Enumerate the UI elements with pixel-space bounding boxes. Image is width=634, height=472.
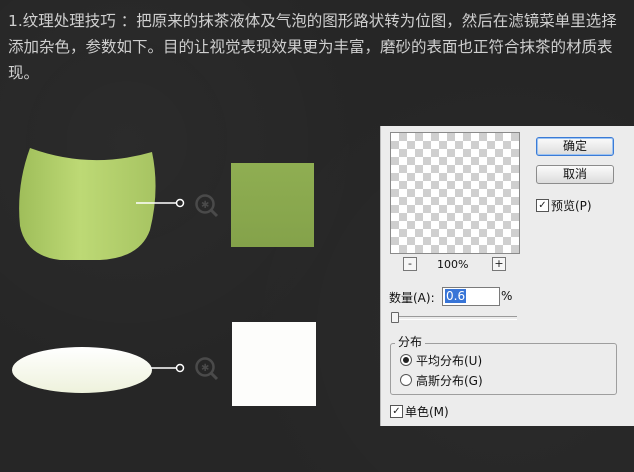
matcha-bubble-shape [12, 347, 152, 393]
zoom-level: 100% [437, 258, 469, 271]
ok-button[interactable]: 确定 [536, 137, 614, 156]
matcha-cup-shape [19, 148, 156, 260]
monochrome-checkbox[interactable]: ✓ [390, 405, 403, 418]
cancel-button[interactable]: 取消 [536, 165, 614, 184]
svg-text:✱: ✱ [201, 363, 209, 374]
magnifier-icon: ✱ [195, 194, 219, 218]
zoom-in-button[interactable]: + [492, 257, 506, 271]
intro-paragraph: 1.纹理处理技巧 ：把原来的抹茶液体及气泡的图形路状转为位图，然后在滤镜菜单里选… [8, 12, 617, 82]
amount-input[interactable]: 0.6 [442, 287, 500, 306]
uniform-radio[interactable] [400, 354, 412, 366]
uniform-label: 平均分布(U) [416, 354, 483, 368]
gaussian-radio[interactable] [400, 374, 412, 386]
green-noise-swatch [231, 163, 314, 247]
amount-slider-thumb[interactable] [391, 312, 399, 323]
bubble-connector-dot [175, 363, 185, 373]
amount-label: 数量(A): [389, 291, 435, 305]
add-noise-dialog: - 100% + 确定 取消 ✓ 预览(P) 数量(A): 0.6 % 分布 平… [380, 126, 634, 426]
monochrome-label: 单色(M) [405, 405, 449, 419]
amount-unit: % [501, 289, 513, 303]
gaussian-label: 高斯分布(G) [416, 374, 483, 388]
preview-checkbox[interactable]: ✓ [536, 199, 549, 212]
svg-text:✱: ✱ [201, 200, 209, 211]
zoom-out-button[interactable]: - [403, 257, 417, 271]
amount-slider-track[interactable] [391, 316, 517, 320]
amount-value: 0.6 [445, 289, 467, 303]
preview-area[interactable] [390, 132, 520, 254]
distribution-title: 分布 [395, 333, 426, 350]
preview-label: 预览(P) [551, 199, 592, 213]
magnifier-icon: ✱ [195, 357, 219, 381]
cup-connector-dot [175, 198, 185, 208]
white-noise-swatch [232, 322, 316, 406]
